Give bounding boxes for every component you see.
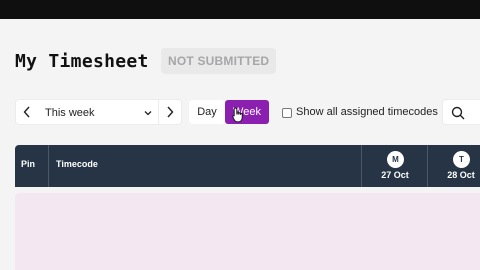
- show-all-label[interactable]: Show all assigned timecodes: [296, 106, 438, 118]
- day-initial-badge: T: [453, 151, 470, 168]
- top-bar: [0, 0, 480, 19]
- view-toggle: Day Week: [189, 100, 269, 124]
- day-view-button[interactable]: Day: [189, 100, 225, 124]
- day-date: 28 Oct: [447, 170, 475, 180]
- status-badge: NOT SUBMITTED: [161, 48, 277, 74]
- table-header: Pin Timecode M 27 Oct T 28 Oct: [15, 145, 480, 187]
- day-date: 27 Oct: [381, 170, 409, 180]
- chevron-down-icon: [144, 111, 152, 116]
- chevron-right-icon: [167, 106, 174, 118]
- chevron-left-icon: [23, 106, 30, 118]
- search-icon: [451, 106, 465, 120]
- column-header-pin[interactable]: Pin: [15, 145, 49, 187]
- period-select[interactable]: This week: [38, 99, 158, 125]
- previous-period-button[interactable]: [15, 99, 39, 125]
- title-row: My Timesheet NOT SUBMITTED: [0, 46, 480, 78]
- column-header-day-tuesday[interactable]: T 28 Oct: [428, 145, 480, 187]
- search-button[interactable]: [442, 99, 480, 125]
- page-title: My Timesheet: [15, 51, 149, 72]
- period-select-value: This week: [45, 107, 95, 119]
- next-period-button[interactable]: [158, 99, 182, 125]
- column-header-day-monday[interactable]: M 27 Oct: [362, 145, 428, 187]
- cursor-icon: [232, 107, 243, 123]
- timesheet-body: [15, 193, 480, 270]
- day-initial-badge: M: [387, 151, 404, 168]
- column-header-timecode[interactable]: Timecode: [49, 145, 362, 187]
- show-all-checkbox[interactable]: [282, 108, 292, 118]
